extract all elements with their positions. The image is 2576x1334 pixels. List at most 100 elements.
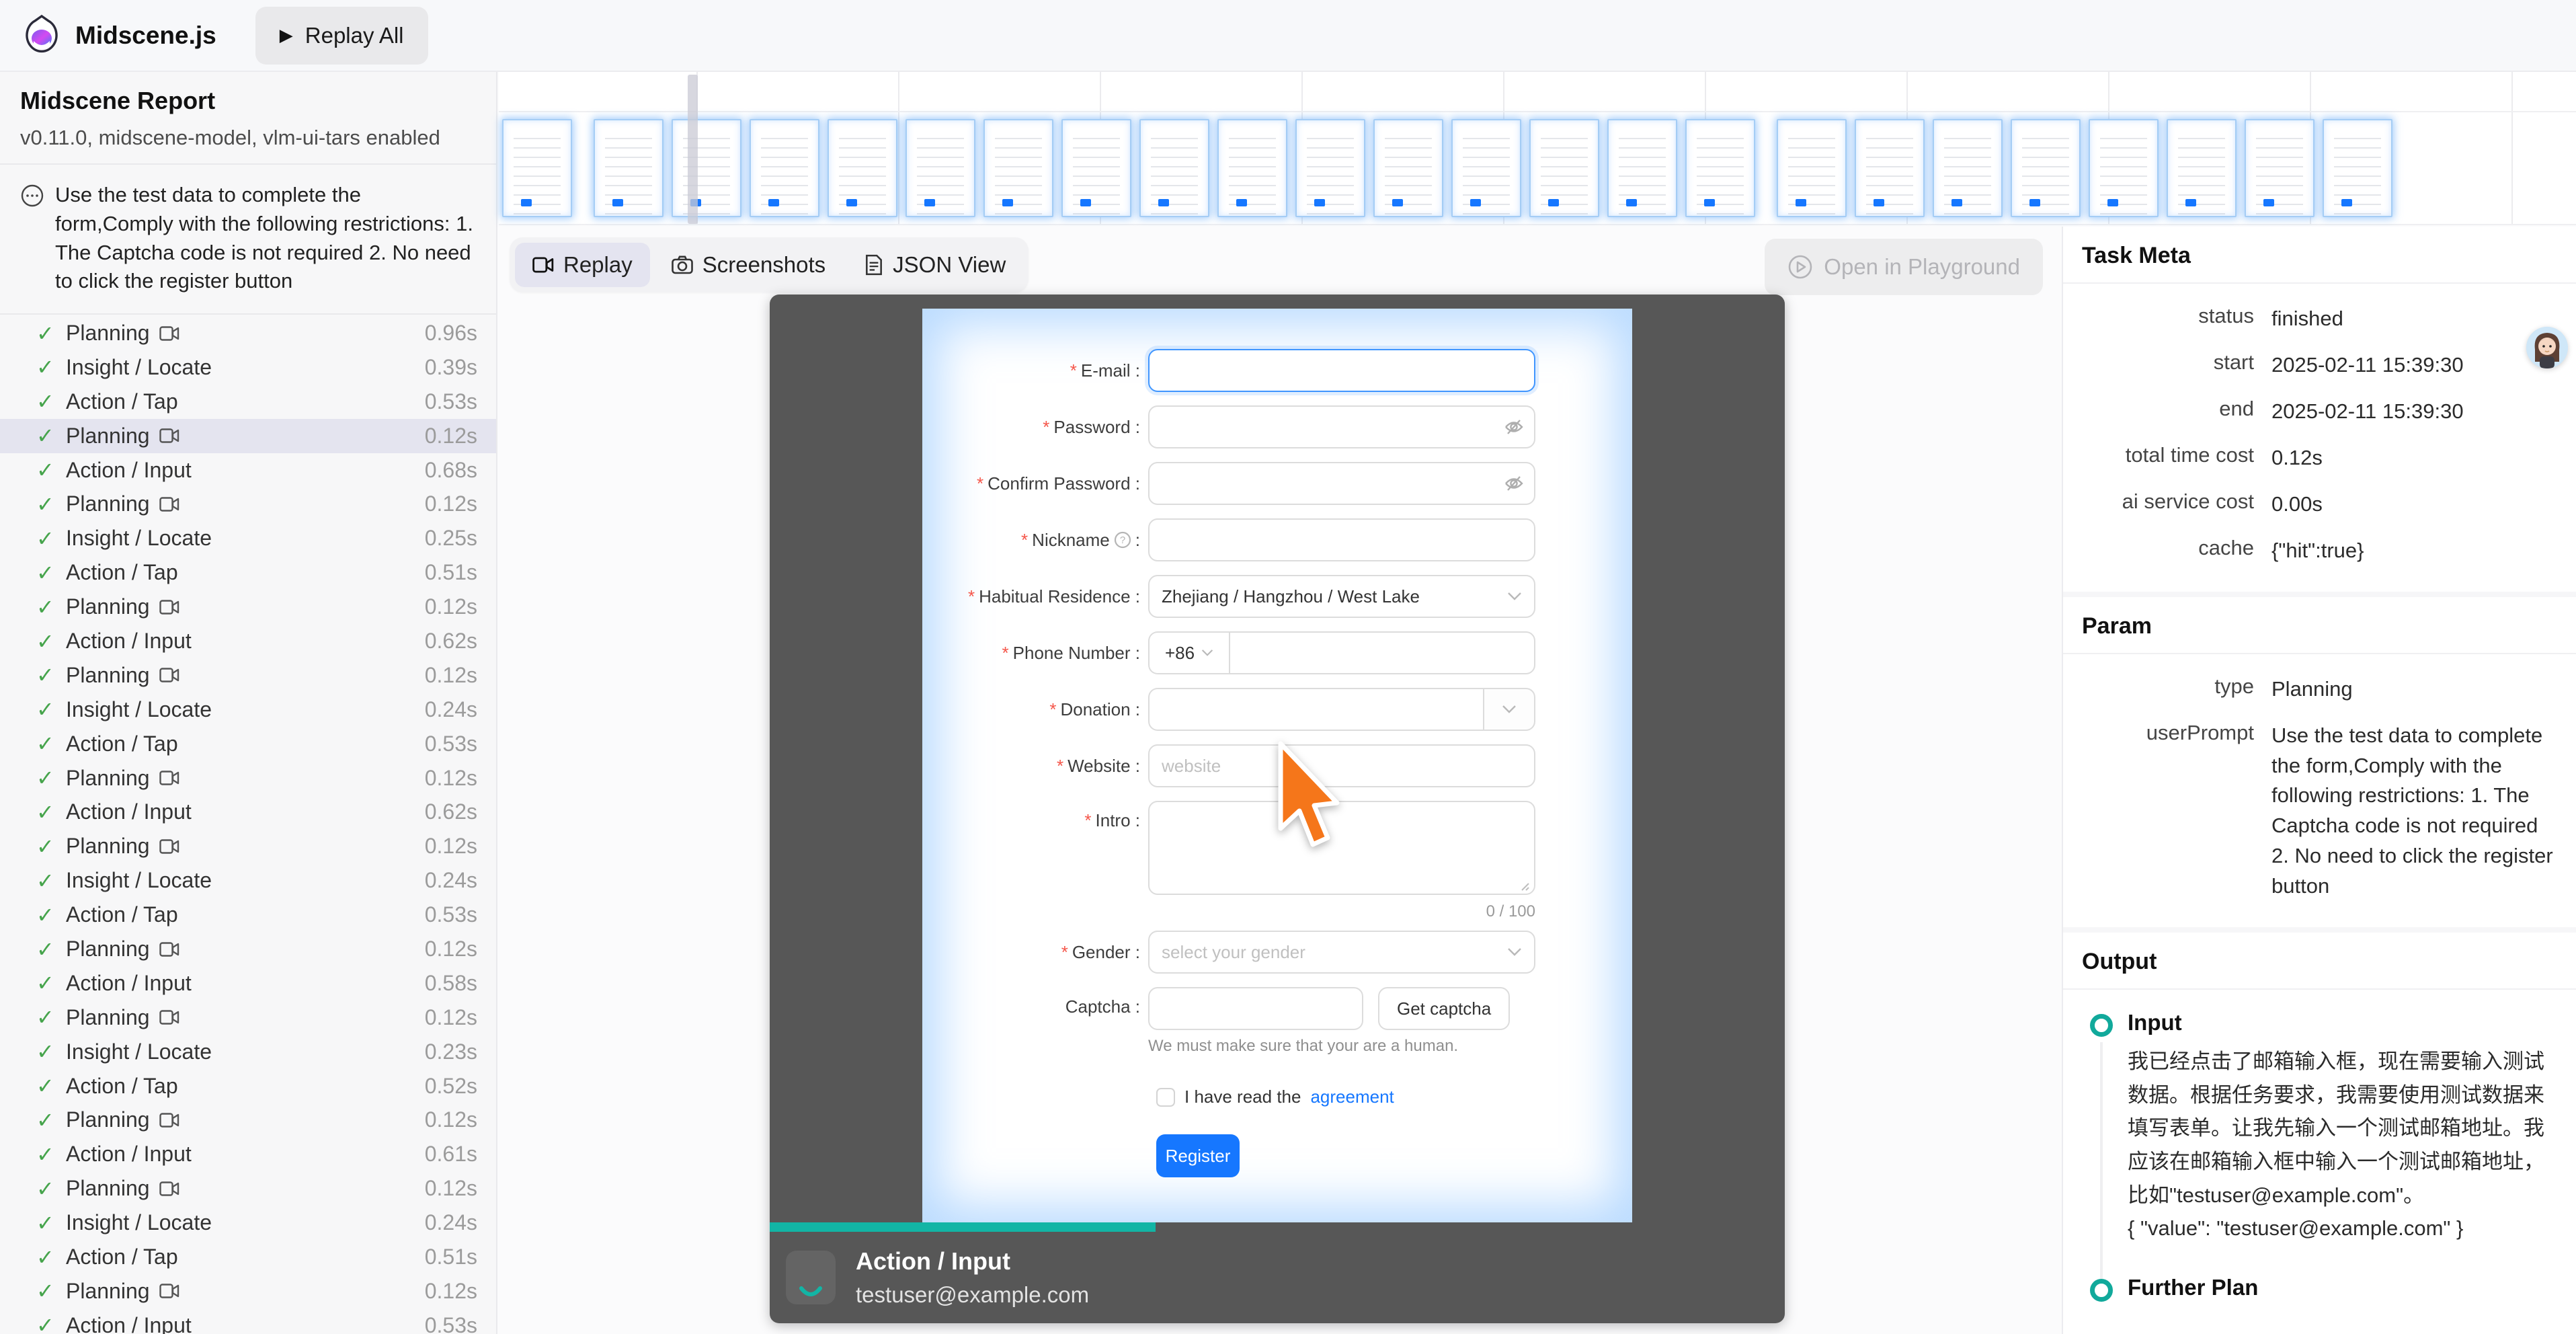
task-duration: 0.53s bbox=[425, 389, 477, 414]
nickname-input[interactable] bbox=[1148, 518, 1535, 561]
replay-progress-bar[interactable] bbox=[770, 1222, 1156, 1232]
task-list-item[interactable]: ✓ Action / Input 0.62s bbox=[0, 624, 496, 658]
timeline-thumbnail[interactable] bbox=[594, 119, 663, 217]
timeline-thumbnail[interactable] bbox=[2011, 119, 2081, 217]
agreement-checkbox[interactable] bbox=[1156, 1088, 1175, 1107]
task-label: Planning bbox=[66, 1176, 150, 1201]
task-list-item[interactable]: ✓ Planning 0.12s bbox=[0, 829, 496, 863]
task-list-item[interactable]: ✓ Action / Input 0.58s bbox=[0, 966, 496, 1000]
timeline-thumbnail[interactable] bbox=[1373, 119, 1443, 217]
task-list-item[interactable]: ✓ Action / Tap 0.52s bbox=[0, 1069, 496, 1103]
task-list-item[interactable]: ✓ Action / Input 0.62s bbox=[0, 795, 496, 830]
task-duration: 0.96s bbox=[425, 321, 477, 346]
donation-unit-select[interactable] bbox=[1483, 688, 1535, 731]
timeline-thumbnail[interactable] bbox=[2245, 119, 2315, 217]
tab-json-view[interactable]: JSON View bbox=[847, 243, 1023, 287]
agreement-link[interactable]: agreement bbox=[1310, 1087, 1394, 1107]
open-in-playground-button[interactable]: Open in Playground bbox=[1765, 239, 2043, 295]
meta-value: 0.00s bbox=[2271, 489, 2557, 520]
phone-prefix-select[interactable]: +86 bbox=[1148, 631, 1229, 674]
timeline-thumbnail[interactable] bbox=[1607, 119, 1677, 217]
param-header: Param bbox=[2063, 592, 2576, 654]
task-list-item[interactable]: ✓ Planning 0.12s bbox=[0, 1171, 496, 1206]
task-list-item[interactable]: ✓ Insight / Locate 0.23s bbox=[0, 1035, 496, 1069]
task-list-item[interactable]: ✓ Action / Tap 0.53s bbox=[0, 727, 496, 761]
assistant-avatar[interactable] bbox=[2526, 327, 2568, 368]
timeline-thumbnail[interactable] bbox=[2089, 119, 2159, 217]
video-camera-icon bbox=[159, 941, 179, 958]
task-list-item[interactable]: ✓ Action / Tap 0.51s bbox=[0, 555, 496, 590]
tab-replay[interactable]: Replay bbox=[515, 243, 650, 287]
timeline-thumbnail[interactable] bbox=[1855, 119, 1925, 217]
meta-row: status finished bbox=[2072, 296, 2557, 342]
task-list-item[interactable]: ✓ Action / Tap 0.53s bbox=[0, 898, 496, 932]
timeline-tick-row bbox=[499, 72, 2576, 112]
task-list-item[interactable]: ✓ Action / Input 0.68s bbox=[0, 453, 496, 487]
register-button[interactable]: Register bbox=[1156, 1134, 1240, 1177]
task-list-item[interactable]: ✓ Planning 0.12s bbox=[0, 761, 496, 795]
eye-invisible-icon[interactable] bbox=[1503, 416, 1525, 438]
task-list-item[interactable]: ✓ Action / Tap 0.51s bbox=[0, 1240, 496, 1274]
website-input[interactable] bbox=[1148, 744, 1535, 787]
task-list-item[interactable]: ✓ Planning 0.12s bbox=[0, 1274, 496, 1308]
task-duration: 0.58s bbox=[425, 971, 477, 996]
task-list-item[interactable]: ✓ Action / Tap 0.53s bbox=[0, 385, 496, 419]
timeline-thumbnail[interactable] bbox=[1295, 119, 1365, 217]
intro-textarea[interactable] bbox=[1148, 801, 1535, 895]
timeline-thumbnail[interactable] bbox=[1777, 119, 1847, 217]
task-list-item[interactable]: ✓ Planning 0.12s bbox=[0, 658, 496, 693]
gender-placeholder: select your gender bbox=[1162, 942, 1305, 963]
password-input[interactable] bbox=[1148, 405, 1535, 448]
task-list-item[interactable]: ✓ Insight / Locate 0.39s bbox=[0, 350, 496, 385]
task-list-item[interactable]: ✓ Planning 0.12s bbox=[0, 1000, 496, 1035]
phone-input[interactable] bbox=[1229, 631, 1535, 674]
confirm-password-input[interactable] bbox=[1148, 462, 1535, 505]
timeline-thumbnail[interactable] bbox=[905, 119, 975, 217]
task-list-item[interactable]: ✓ Insight / Locate 0.24s bbox=[0, 1206, 496, 1240]
residence-select[interactable]: Zhejiang / Hangzhou / West Lake bbox=[1148, 575, 1535, 618]
timeline-thumbnail[interactable] bbox=[2167, 119, 2237, 217]
task-list-item[interactable]: ✓ Insight / Locate 0.24s bbox=[0, 863, 496, 898]
timeline-tick-label bbox=[700, 72, 902, 111]
task-list-item[interactable]: ✓ Action / Input 0.53s bbox=[0, 1308, 496, 1334]
timeline-thumbnail[interactable] bbox=[672, 119, 741, 217]
timeline-thumbnail[interactable] bbox=[1529, 119, 1599, 217]
task-list-item[interactable]: ✓ Insight / Locate 0.25s bbox=[0, 521, 496, 555]
timeline-thumbnail[interactable] bbox=[1217, 119, 1287, 217]
timeline-thumbnail[interactable] bbox=[828, 119, 897, 217]
timeline-thumbnail[interactable] bbox=[2323, 119, 2392, 217]
task-list-item[interactable]: ✓ Planning 0.12s bbox=[0, 590, 496, 624]
video-camera-icon bbox=[159, 769, 179, 787]
task-list-item[interactable]: ✓ Planning 0.12s bbox=[0, 487, 496, 522]
email-input[interactable] bbox=[1148, 349, 1535, 392]
task-label: Planning bbox=[66, 1005, 150, 1030]
captcha-input[interactable] bbox=[1148, 987, 1363, 1030]
task-list-item[interactable]: ✓ Insight / Locate 0.24s bbox=[0, 693, 496, 727]
donation-input[interactable] bbox=[1148, 688, 1483, 731]
task-list-item[interactable]: ✓ Action / Input 0.61s bbox=[0, 1137, 496, 1171]
timeline-scrubber[interactable] bbox=[688, 75, 698, 224]
timeline-thumbnail[interactable] bbox=[983, 119, 1053, 217]
task-list-item[interactable]: ✓ Planning 0.12s bbox=[0, 1103, 496, 1138]
timeline-thumbnail[interactable] bbox=[1933, 119, 2003, 217]
task-list-item[interactable]: ✓ Planning 0.12s bbox=[0, 932, 496, 966]
timeline-thumbnail[interactable] bbox=[1685, 119, 1755, 217]
timeline-thumbnail[interactable] bbox=[1061, 119, 1131, 217]
eye-invisible-icon[interactable] bbox=[1503, 473, 1525, 494]
task-list-item[interactable]: ✓ Planning 0.96s bbox=[0, 316, 496, 350]
get-captcha-button[interactable]: Get captcha bbox=[1378, 987, 1510, 1030]
tab-screenshots[interactable]: Screenshots bbox=[654, 243, 843, 287]
task-label: Insight / Locate bbox=[66, 697, 212, 722]
replay-all-button[interactable]: ▶ Replay All bbox=[255, 7, 428, 65]
video-camera-icon bbox=[159, 1282, 179, 1300]
meta-key: end bbox=[2072, 397, 2271, 427]
task-label: Planning bbox=[66, 766, 150, 791]
timeline-thumbnail[interactable] bbox=[1139, 119, 1209, 217]
timeline-thumbnail[interactable] bbox=[750, 119, 819, 217]
gender-select[interactable]: select your gender bbox=[1148, 931, 1535, 974]
task-list-item[interactable]: ✓ Planning 0.12s bbox=[0, 419, 496, 453]
timeline-thumbnail[interactable] bbox=[1451, 119, 1521, 217]
timeline-thumbnail[interactable] bbox=[502, 119, 572, 217]
chat-bubble-icon bbox=[20, 184, 44, 208]
task-label: Insight / Locate bbox=[66, 868, 212, 893]
